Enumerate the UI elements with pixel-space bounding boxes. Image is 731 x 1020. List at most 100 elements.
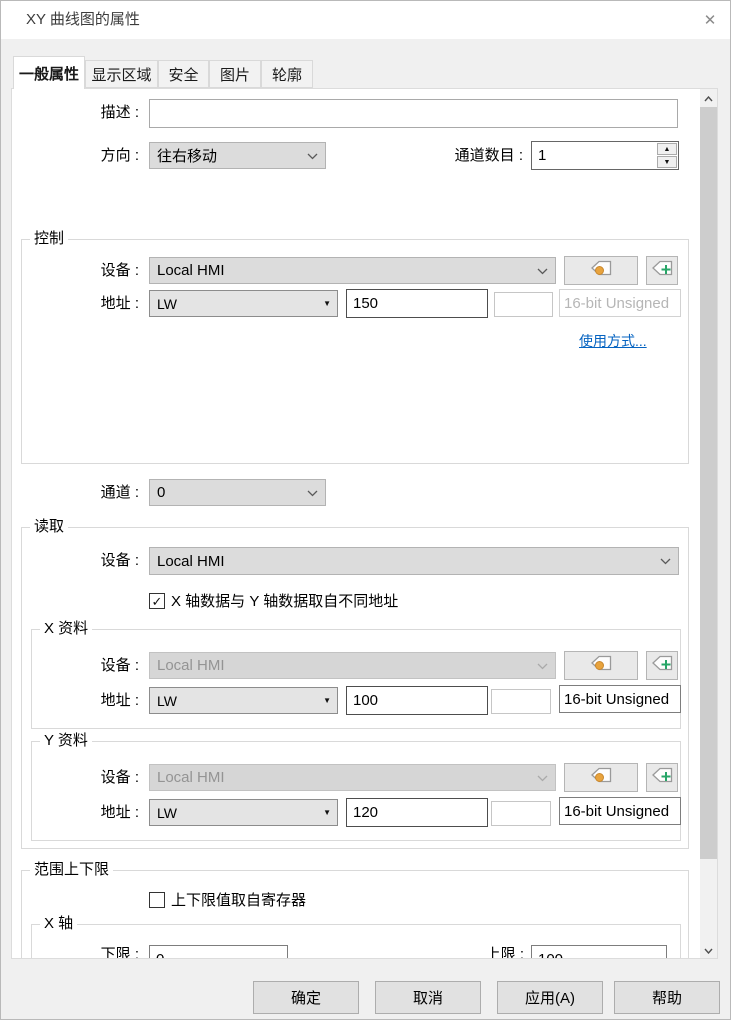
limits-from-register-label: 上下限值取自寄存器: [171, 892, 306, 910]
channel-count-spinner: ▲ ▼: [531, 141, 679, 170]
spin-down-icon: ▼: [664, 159, 671, 166]
control-group-title: 控制: [30, 230, 68, 248]
control-device-value: Local HMI: [157, 262, 225, 279]
x-axis-high-label: 上限 :: [444, 946, 524, 959]
x-axis-group-title: X 轴: [40, 915, 77, 933]
control-tag-add-button[interactable]: [646, 256, 678, 285]
x-axis-low-input[interactable]: [149, 945, 288, 959]
channel-label: 通道 :: [59, 484, 139, 502]
scroll-down-icon: [704, 941, 713, 959]
control-device-dropdown[interactable]: Local HMI: [149, 257, 556, 284]
y-device-value: Local HMI: [157, 769, 225, 786]
ok-button-label: 确定: [291, 987, 321, 1008]
tab-profile-label: 轮廓: [272, 64, 302, 85]
x-address-input[interactable]: [346, 686, 488, 715]
x-axis-high-input[interactable]: [531, 945, 667, 959]
x-tag-settings-button[interactable]: [564, 651, 638, 680]
y-tag-settings-button[interactable]: [564, 763, 638, 792]
chevron-down-icon: [307, 490, 318, 497]
channel-dropdown[interactable]: 0: [149, 479, 326, 506]
checkbox-check-icon: ✓: [152, 595, 163, 608]
tab-display-area[interactable]: 显示区域: [85, 60, 158, 88]
read-group-title: 读取: [30, 518, 68, 536]
tag-add-icon: [650, 259, 674, 282]
tag-add-icon: [650, 654, 674, 677]
x-data-format: 16-bit Unsigned: [559, 685, 681, 713]
y-address-index-box: [491, 801, 551, 826]
x-data-group-title: X 资料: [40, 620, 92, 638]
scroll-up-button[interactable]: [700, 89, 717, 106]
help-button[interactable]: 帮助: [614, 981, 720, 1014]
description-label: 描述 :: [59, 104, 139, 122]
channel-count-input[interactable]: [532, 142, 662, 169]
vertical-scrollbar[interactable]: [700, 89, 717, 958]
y-device-label: 设备 :: [59, 769, 139, 787]
control-address-label: 地址 :: [59, 295, 139, 313]
apply-button-label: 应用(A): [525, 987, 575, 1008]
channel-count-label: 通道数目 :: [421, 147, 523, 165]
tab-picture[interactable]: 图片: [209, 60, 261, 88]
x-tag-add-button[interactable]: [646, 651, 678, 680]
tab-picture-label: 图片: [220, 64, 250, 85]
control-address-type-combo[interactable]: LW ▼: [149, 290, 338, 317]
read-device-label: 设备 :: [59, 552, 139, 570]
chevron-down-icon: [537, 268, 548, 275]
control-data-format: 16-bit Unsigned: [559, 289, 681, 317]
x-axis-low-label: 下限 :: [59, 946, 139, 959]
cancel-button[interactable]: 取消: [375, 981, 481, 1014]
y-address-type-combo[interactable]: LW ▼: [149, 799, 338, 826]
read-device-value: Local HMI: [157, 553, 225, 570]
control-address-input[interactable]: [346, 289, 488, 318]
direction-label: 方向 :: [59, 147, 139, 165]
control-tag-settings-button[interactable]: [564, 256, 638, 285]
apply-button[interactable]: 应用(A): [497, 981, 603, 1014]
y-device-dropdown: Local HMI: [149, 764, 556, 791]
x-device-value: Local HMI: [157, 657, 225, 674]
close-icon: ✕: [704, 11, 717, 29]
scrollbar-thumb[interactable]: [700, 107, 717, 859]
ok-button[interactable]: 确定: [253, 981, 359, 1014]
titlebar: XY 曲线图的属性 ✕: [1, 1, 731, 39]
direction-value: 往右移动: [157, 145, 217, 166]
chevron-down-icon: [537, 775, 548, 782]
spin-down-button[interactable]: ▼: [657, 156, 677, 168]
close-button[interactable]: ✕: [696, 7, 724, 33]
tab-general[interactable]: 一般属性: [13, 56, 85, 89]
chevron-down-icon: [307, 153, 318, 160]
read-device-dropdown[interactable]: Local HMI: [149, 547, 679, 575]
y-data-format: 16-bit Unsigned: [559, 797, 681, 825]
direction-dropdown[interactable]: 往右移动: [149, 142, 326, 169]
scroll-down-button[interactable]: [700, 941, 717, 958]
description-input[interactable]: [149, 99, 678, 128]
control-address-index-box: [494, 292, 553, 317]
tab-general-label: 一般属性: [19, 63, 79, 84]
spin-up-icon: ▲: [664, 146, 671, 153]
tag-settings-icon: [589, 259, 613, 282]
tag-settings-icon: [589, 654, 613, 677]
tab-security[interactable]: 安全: [158, 60, 209, 88]
y-data-group-title: Y 资料: [40, 732, 92, 750]
usage-link[interactable]: 使用方式...: [579, 331, 647, 351]
y-address-input[interactable]: [346, 798, 488, 827]
limits-from-register-checkbox[interactable]: [149, 892, 165, 908]
chevron-down-icon: [537, 663, 548, 670]
tag-settings-icon: [589, 766, 613, 789]
chevron-down-icon: [660, 558, 671, 565]
y-tag-add-button[interactable]: [646, 763, 678, 792]
combo-arrow-icon: ▼: [323, 299, 331, 308]
tab-profile[interactable]: 轮廓: [261, 60, 313, 88]
x-address-label: 地址 :: [59, 692, 139, 710]
cancel-button-label: 取消: [413, 987, 443, 1008]
spin-up-button[interactable]: ▲: [657, 143, 677, 155]
y-address-label: 地址 :: [59, 804, 139, 822]
separate-xy-address-checkbox[interactable]: ✓: [149, 593, 165, 609]
help-button-label: 帮助: [652, 987, 682, 1008]
channel-value: 0: [157, 484, 165, 501]
x-address-type-combo[interactable]: LW ▼: [149, 687, 338, 714]
x-device-dropdown: Local HMI: [149, 652, 556, 679]
control-address-type-value: LW: [157, 296, 177, 312]
separate-xy-address-label: X 轴数据与 Y 轴数据取自不同地址: [171, 593, 398, 611]
x-device-label: 设备 :: [59, 657, 139, 675]
scroll-up-icon: [704, 89, 713, 107]
control-device-label: 设备 :: [59, 262, 139, 280]
